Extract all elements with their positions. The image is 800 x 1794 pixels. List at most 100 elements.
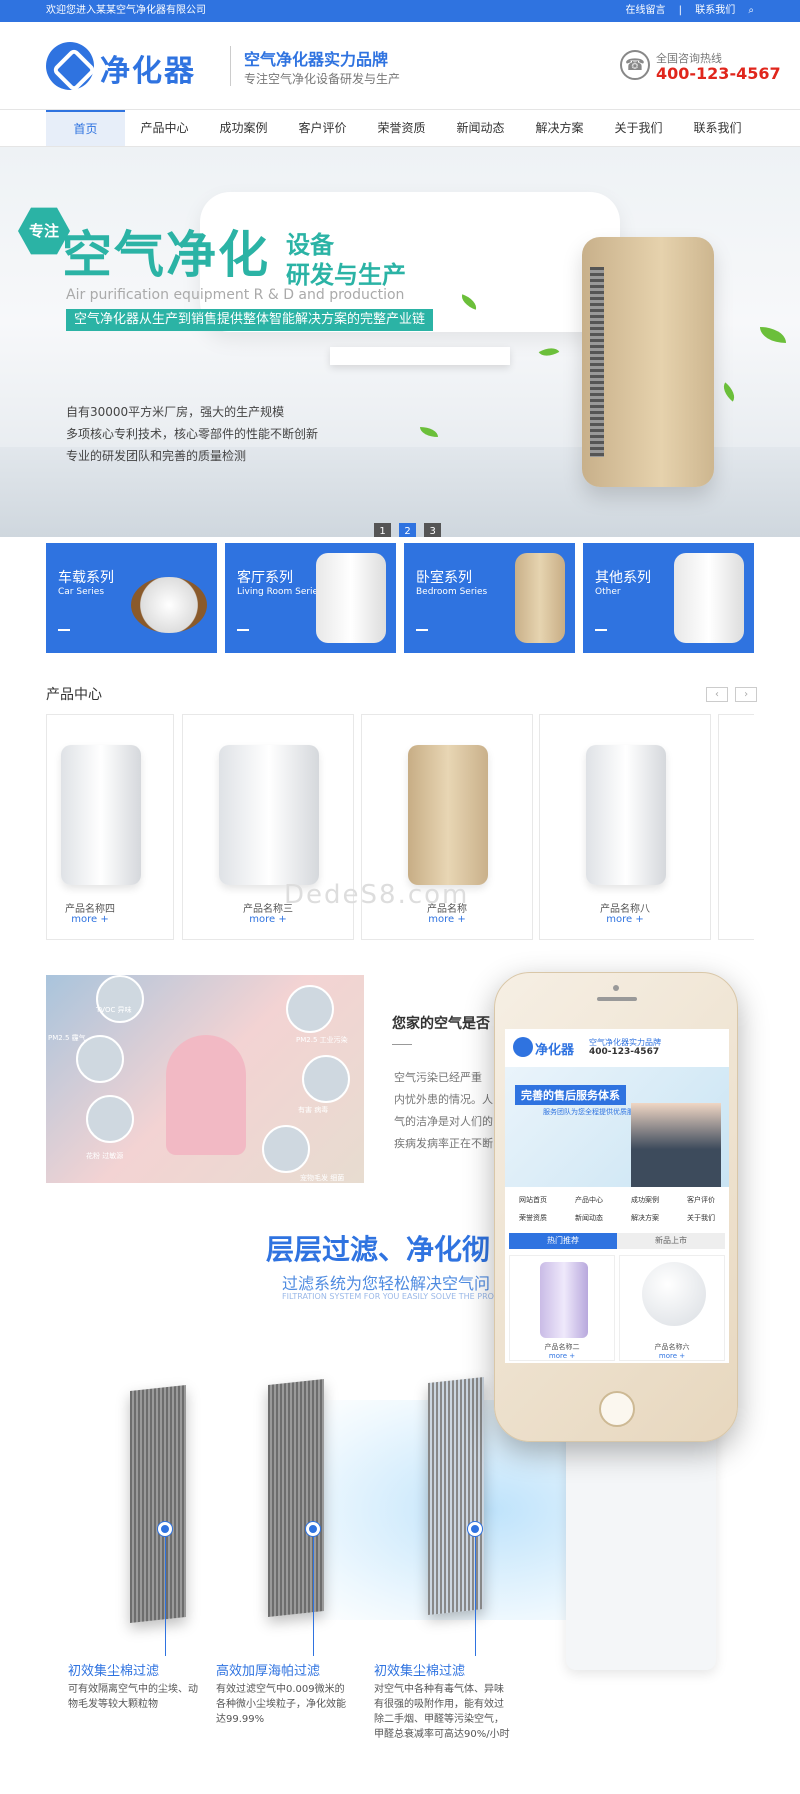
air-label: PM2.5 霾气 [48,1034,86,1042]
product-image [674,553,744,643]
product-image [515,553,565,643]
series-dash [58,629,70,631]
filter-col-text: 有很强的吸附作用，能有效过 [374,1699,504,1710]
series-card-other[interactable]: 其他系列 Other [583,543,754,653]
product-more-link[interactable]: more + [47,914,133,925]
series-title: 客厅系列 [237,570,293,586]
search-icon[interactable]: ⌕ [748,5,754,16]
nav-contact[interactable]: 联系我们 [678,110,757,146]
filter-col-text: 可有效隔离空气中的尘埃、动 [68,1684,198,1695]
filter-col-text: 对空气中各种有毒气体、异味 [374,1684,504,1695]
series-english: Bedroom Series [416,587,488,597]
slide-dot-3[interactable]: 3 [424,523,442,537]
nav-about[interactable]: 关于我们 [599,110,678,146]
filter-col-title: 初效集尘棉过滤 [374,1664,466,1679]
slogan-subtitle: 专注空气净化设备研发与生产 [244,72,401,86]
product-name: 产品名称八 [600,904,650,915]
product-image [131,577,207,633]
mobile-nav-item: 产品中心 [575,1196,603,1204]
product-more-link[interactable]: more + [540,914,710,925]
contact-link[interactable]: 联系我们 [695,5,735,16]
series-card-bedroom[interactable]: 卧室系列 Bedroom Series [404,543,575,653]
mobile-tab-hot: 热门推荐 [509,1233,617,1249]
filter-panel-image [268,1379,324,1617]
separator: | [678,5,683,16]
header: 净化器 空气净化器实力品牌 专注空气净化设备研发与生产 ☎ 全国咨询热线 400… [0,22,800,110]
product-card[interactable]: 产品名称八 more + [539,714,711,940]
banner-strip: 空气净化器从生产到销售提供整体智能解决方案的完整产业链 [66,309,434,331]
chevron-right-icon[interactable]: › [735,687,758,702]
product-more-link[interactable]: more + [362,914,532,925]
product-card-partial[interactable] [718,714,754,940]
mobile-tabs: 热门推荐 新品上市 [509,1233,725,1249]
industry-icon [286,985,334,1033]
series-dash [416,629,428,631]
main-nav: 首页 产品中心 成功案例 客户评价 荣誉资质 新闻动态 解决方案 关于我们 联系… [0,110,800,147]
air-quality-image: TVOC 异味 PM2.5 霾气 花粉 过敏源 PM2.5 工业污染 有害 病毒… [46,975,364,1183]
product-image [316,553,386,643]
phone-screen: 净化器 空气净化器实力品牌 400-123-4567 完善的售后服务体系 服务团… [505,1029,729,1363]
table-image [330,347,510,365]
nav-home[interactable]: 首页 [46,110,125,146]
purifier-device-image [566,1410,716,1670]
hero-banner[interactable]: 专注 空气净化 设备 研发与生产 Air purification equipm… [0,147,800,537]
product-more-link[interactable]: more + [183,914,353,925]
leaf-icon [760,327,786,343]
series-card-car[interactable]: 车载系列 Car Series [46,543,217,653]
filter-col-text: 物毛发等较大颗粒物 [68,1699,158,1710]
product-image [540,1262,588,1338]
nav-solutions[interactable]: 解决方案 [520,110,599,146]
air-label: 花粉 过敏源 [86,1152,124,1160]
mobile-nav-item: 新闻动态 [575,1214,603,1222]
series-card-living-room[interactable]: 客厅系列 Living Room Series [225,543,396,653]
mobile-banner-title: 完善的售后服务体系 [515,1085,626,1105]
filter-col-text: 甲醛总衰减率可高达90%/小时 [374,1729,510,1740]
online-message-link[interactable]: 在线留言 [625,5,665,16]
filter-col-title: 初效集尘棉过滤 [68,1664,160,1679]
nav-honors[interactable]: 荣誉资质 [362,110,441,146]
banner-title-3: 研发与生产 [286,261,406,289]
title-underline [392,1044,412,1045]
mobile-tab-new: 新品上市 [617,1233,725,1249]
mobile-product-card: 产品名称六 more + [619,1255,725,1361]
slide-dot-2[interactable]: 2 [399,523,417,537]
mobile-banner-subtitle: 服务团队为您全程提供优质服务 [543,1108,641,1116]
mobile-nav-item: 关于我们 [687,1214,715,1222]
series-english: Other [595,587,621,597]
air-text-line: 疾病发病率正在不断 [394,1137,493,1150]
filter-marker-icon [468,1522,482,1536]
product-card[interactable]: 产品名称四 more + [46,714,174,940]
filter-marker-icon [306,1522,320,1536]
banner-line: 多项核心专利技术，核心零部件的性能不断创新 [66,427,319,441]
pet-icon [262,1125,310,1173]
nav-cases[interactable]: 成功案例 [204,110,283,146]
banner-english: Air purification equipment R & D and pro… [66,287,405,303]
logo-text[interactable]: 净化器 [100,46,196,90]
chevron-left-icon[interactable]: ‹ [706,687,728,702]
series-title: 车载系列 [58,570,114,586]
top-bar: 欢迎您进入某某空气净化器有限公司 在线留言 | 联系我们 ⌕ [0,0,800,22]
leaf-icon [420,427,438,437]
air-text-line: 内忧外患的情况。人 [394,1093,493,1106]
banner-line: 自有30000平方米厂房，强大的生产规模 [66,405,285,419]
purifier-image [582,237,714,487]
nav-news[interactable]: 新闻动态 [441,110,520,146]
leaf-icon [538,343,560,361]
slide-dot-1[interactable]: 1 [374,523,391,537]
nav-reviews[interactable]: 客户评价 [283,110,362,146]
filter-panel-image [130,1385,186,1623]
filter-col-text: 有效过滤空气中0.009微米的 [216,1684,345,1695]
logo-icon[interactable] [46,42,94,90]
filter-marker-icon [158,1522,172,1536]
divider [230,46,231,86]
product-image [219,745,319,885]
mobile-nav-item: 客户评价 [687,1196,715,1204]
speaker-icon [597,997,637,1001]
slider-dots: 1 2 3 [374,519,444,537]
mobile-product-card: 产品名称二 more + [509,1255,615,1361]
air-label: 有害 病毒 [298,1106,329,1114]
marker-line [165,1536,166,1656]
air-label: PM2.5 工业污染 [296,1036,348,1044]
banner-title: 空气净化 [62,226,270,284]
nav-products[interactable]: 产品中心 [125,110,204,146]
